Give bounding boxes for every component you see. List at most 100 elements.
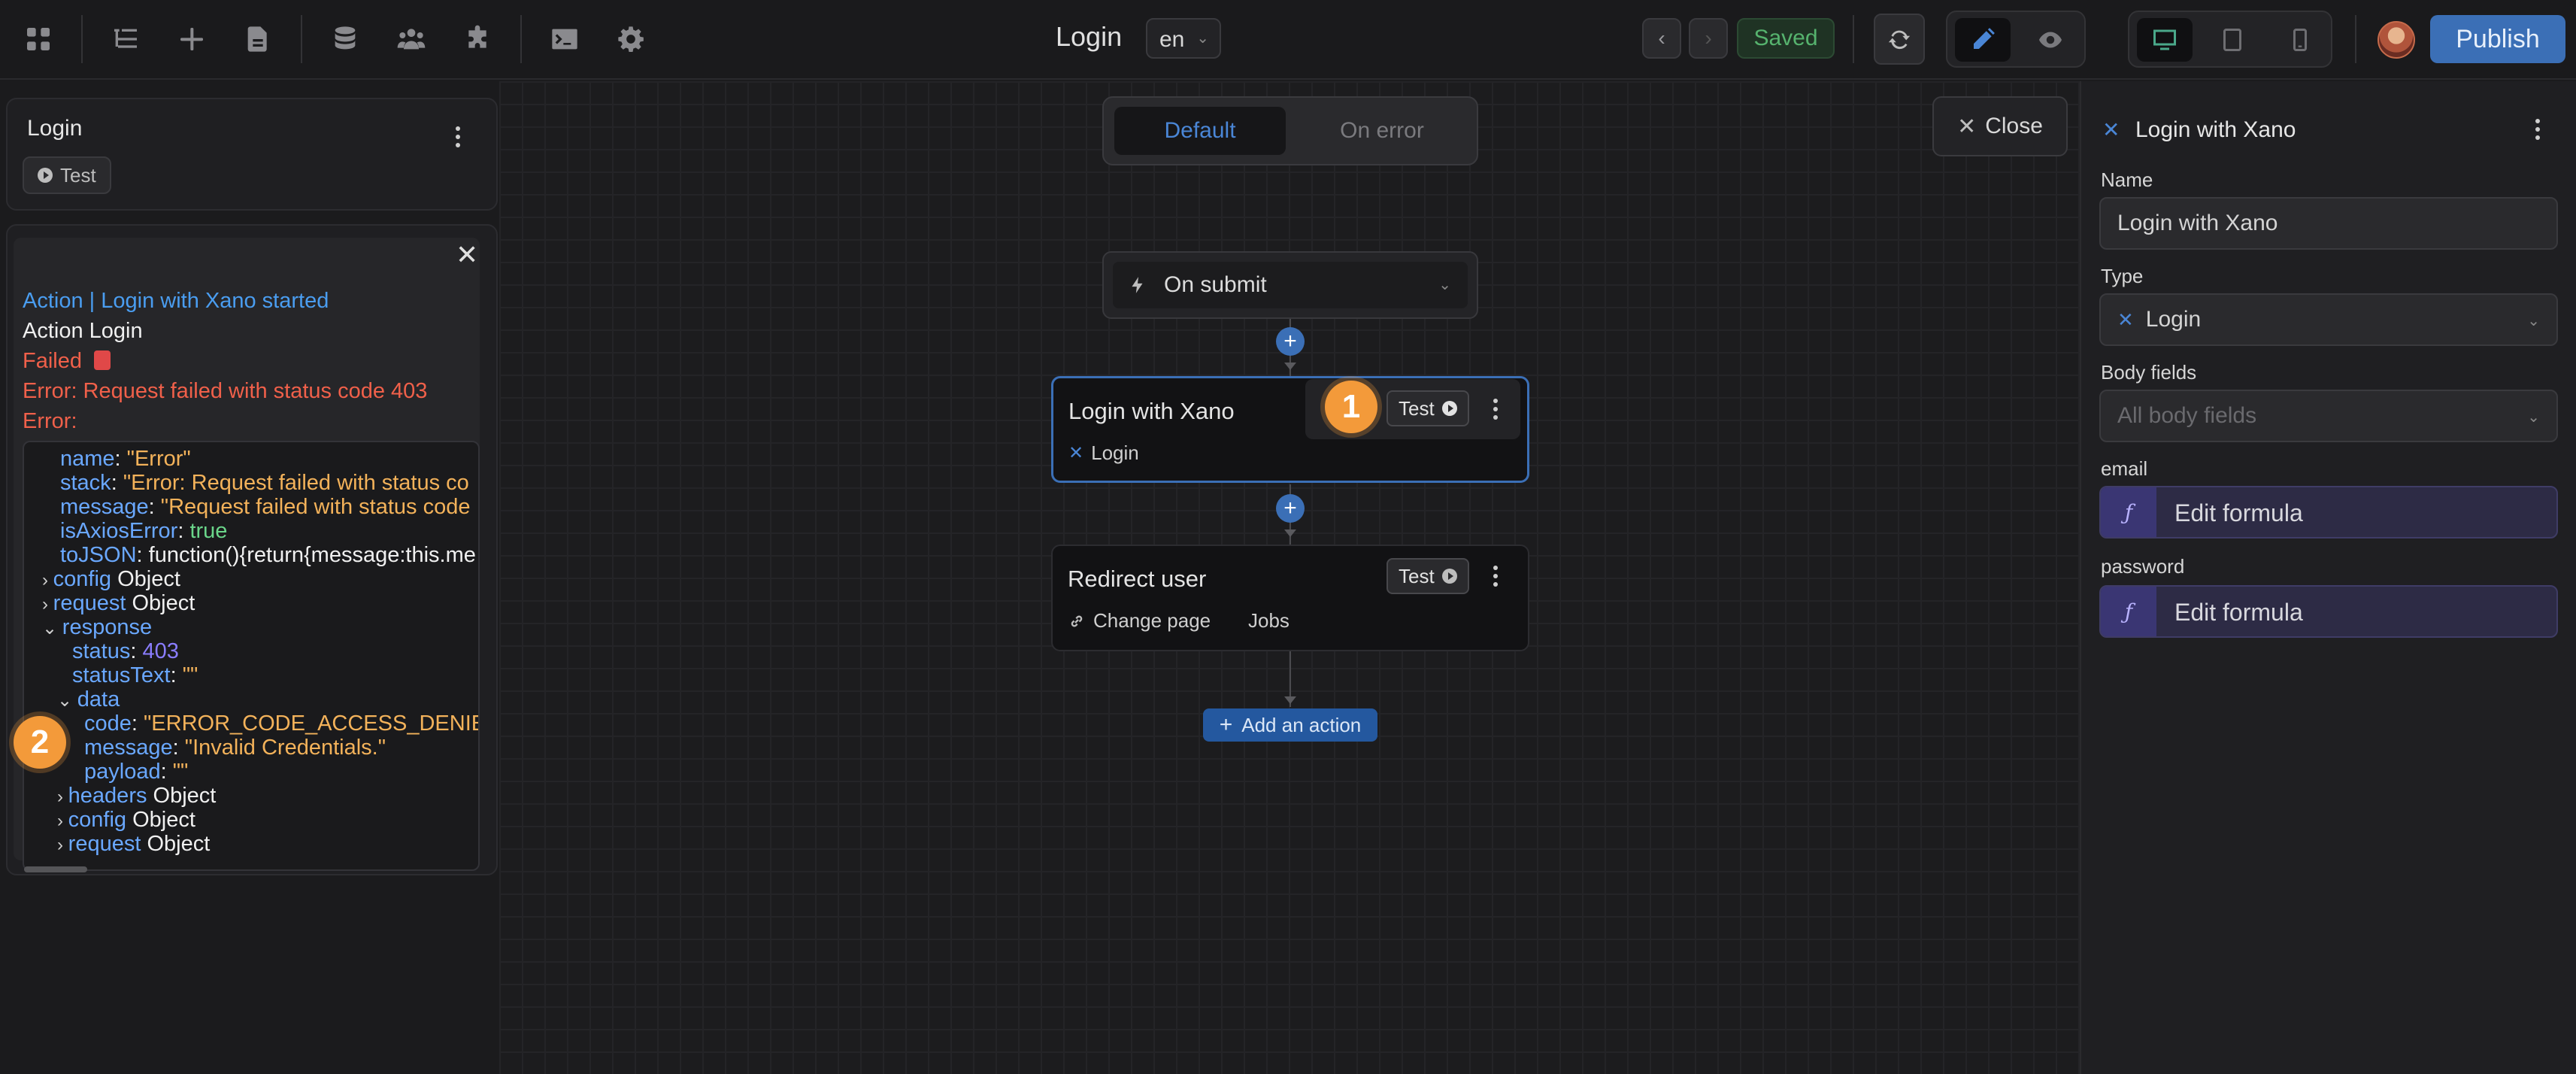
more-menu-icon[interactable] xyxy=(2526,114,2549,144)
chevron-right-icon[interactable]: › xyxy=(42,570,53,590)
tree-icon[interactable] xyxy=(105,19,146,59)
database-icon[interactable] xyxy=(325,19,365,59)
log-line: Error: Request failed with status code 4… xyxy=(23,379,428,403)
desktop-view-button[interactable] xyxy=(2137,18,2193,62)
log-line: Action Login xyxy=(23,319,143,343)
chevron-down-icon: ⌄ xyxy=(1196,30,1209,47)
type-label: Type xyxy=(2101,265,2144,287)
edit-mode-button[interactable] xyxy=(1955,18,2011,62)
object-property-row: toJSON: function(){return{message:this.m… xyxy=(60,543,476,568)
property-key: request xyxy=(53,591,126,615)
mobile-view-button[interactable] xyxy=(2272,18,2328,62)
tablet-icon xyxy=(2223,29,2241,51)
name-field[interactable]: Login with Xano xyxy=(2099,197,2558,250)
trigger-inner: On submit ⌄ xyxy=(1113,262,1468,308)
test-action-button[interactable]: Test xyxy=(1386,558,1469,594)
chevron-down-icon[interactable]: ⌄ xyxy=(57,690,77,711)
refresh-button[interactable] xyxy=(1874,14,1925,65)
formula-icon: ƒ xyxy=(2101,587,2156,636)
property-value: "" xyxy=(182,663,199,687)
email-formula-field[interactable]: ƒ Edit formula xyxy=(2099,486,2558,539)
object-property-row[interactable]: › config Object xyxy=(57,808,195,833)
tab-default[interactable]: Default xyxy=(1114,107,1286,155)
breakpoint-toggle xyxy=(2128,11,2332,68)
formula-text: Edit formula xyxy=(2174,599,2303,626)
plus-icon[interactable] xyxy=(171,19,212,59)
property-value: Object xyxy=(117,567,180,591)
close-icon[interactable]: ✕ xyxy=(456,239,478,271)
chevron-right-icon: › xyxy=(1705,26,1712,50)
object-property-row[interactable]: › headers Object xyxy=(57,784,216,809)
add-step-button[interactable]: + xyxy=(1276,327,1305,356)
trigger-label: On submit xyxy=(1164,272,1267,297)
chevron-right-icon[interactable]: › xyxy=(57,835,68,855)
annotation-badge-1: 1 xyxy=(1325,381,1377,433)
gear-icon[interactable] xyxy=(611,19,651,59)
trigger-select[interactable]: On submit ⌄ xyxy=(1102,251,1478,319)
close-label: Close xyxy=(1985,114,2043,138)
type-select[interactable]: ✕ Login ⌄ xyxy=(2099,293,2558,346)
add-step-button[interactable]: + xyxy=(1276,494,1305,523)
link-icon xyxy=(1071,615,1083,626)
divider xyxy=(301,15,302,63)
chevron-right-icon[interactable]: › xyxy=(57,811,68,831)
users-icon[interactable] xyxy=(391,19,432,59)
chevron-down-icon[interactable]: ⌄ xyxy=(42,618,62,639)
object-property-row[interactable]: › config Object xyxy=(42,567,180,592)
preview-mode-button[interactable] xyxy=(2023,18,2078,62)
more-menu-icon[interactable] xyxy=(1484,561,1507,591)
desktop-icon xyxy=(2153,29,2176,50)
horizontal-scrollbar[interactable] xyxy=(24,866,87,872)
more-menu-icon[interactable] xyxy=(1484,394,1507,424)
object-property-row[interactable]: › request Object xyxy=(42,591,195,616)
error-object-inspector[interactable]: name: "Error" stack: "Error: Request fail… xyxy=(23,441,480,871)
object-property-row[interactable]: ⌄ data xyxy=(57,687,120,712)
property-value: true xyxy=(189,519,228,543)
divider xyxy=(2355,15,2356,63)
arrow-icon xyxy=(1284,696,1296,704)
card-subtitle: ✕ Login xyxy=(1068,441,1139,465)
test-action-button[interactable]: Test xyxy=(1386,390,1469,426)
object-property-row[interactable]: › request Object xyxy=(57,832,210,857)
workflow-test-button[interactable]: Test xyxy=(23,156,111,194)
redo-button[interactable]: › xyxy=(1689,18,1728,59)
avatar[interactable] xyxy=(2377,21,2415,59)
chevron-down-icon: ⌄ xyxy=(2527,313,2540,329)
page-title: Login xyxy=(1056,21,1123,52)
chevron-right-icon[interactable]: › xyxy=(57,787,68,807)
more-menu-icon[interactable] xyxy=(447,122,469,152)
object-property-row: code: "ERROR_CODE_ACCESS_DENIED" xyxy=(84,711,478,736)
property-separator: : xyxy=(131,711,144,736)
property-separator: : xyxy=(177,519,190,543)
top-bar: Login en ⌄ ‹ › Saved Publish xyxy=(0,0,2576,80)
object-property-row: isAxiosError: true xyxy=(60,519,227,544)
object-property-row[interactable]: ⌄ response xyxy=(42,615,152,640)
password-formula-field[interactable]: ƒ Edit formula xyxy=(2099,585,2558,638)
property-key: stack xyxy=(60,471,111,495)
property-key: headers xyxy=(68,784,147,808)
object-property-row: status: 403 xyxy=(72,639,179,664)
add-action-button[interactable]: + Add an action xyxy=(1203,708,1377,742)
language-select[interactable]: en ⌄ xyxy=(1146,18,1221,59)
page-icon[interactable] xyxy=(238,19,278,59)
puzzle-icon[interactable] xyxy=(457,19,498,59)
property-separator: : xyxy=(160,760,173,784)
close-icon: ✕ xyxy=(1957,114,1977,139)
body-fields-select[interactable]: All body fields ⌄ xyxy=(2099,390,2558,442)
test-label: Test xyxy=(1399,564,1435,587)
undo-button[interactable]: ‹ xyxy=(1642,18,1681,59)
publish-button[interactable]: Publish xyxy=(2430,15,2565,63)
property-key: status xyxy=(72,639,131,663)
property-separator: : xyxy=(130,639,143,663)
terminal-icon[interactable] xyxy=(544,19,585,59)
chevron-right-icon[interactable]: › xyxy=(42,594,53,614)
object-property-row: message: "Request failed with status cod… xyxy=(60,495,471,520)
xano-icon: ✕ xyxy=(1068,443,1084,463)
divider xyxy=(81,15,83,63)
apps-icon[interactable] xyxy=(18,19,59,59)
tablet-view-button[interactable] xyxy=(2205,18,2260,62)
eye-icon xyxy=(2039,32,2062,48)
close-button[interactable]: ✕ Close xyxy=(1932,96,2068,156)
tab-on-error[interactable]: On error xyxy=(1296,107,1468,155)
xano-icon: ✕ xyxy=(2102,118,2120,141)
